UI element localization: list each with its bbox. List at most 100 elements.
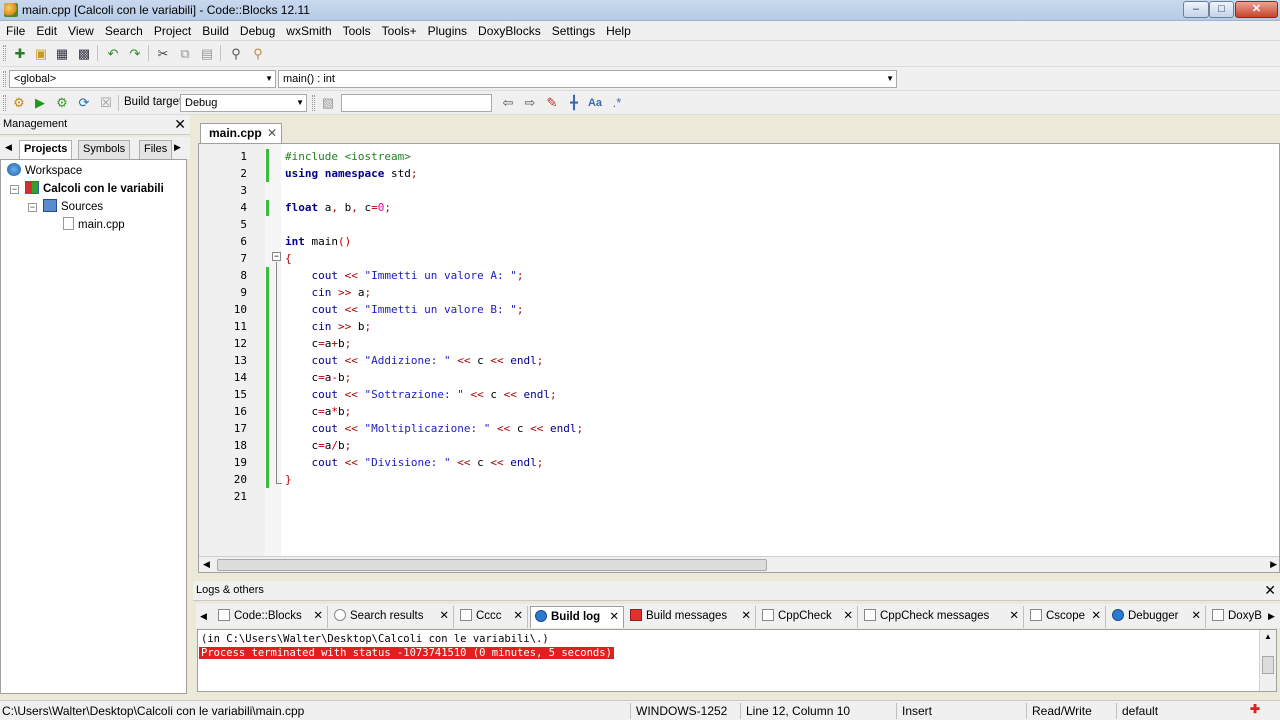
close-icon[interactable]: ✕ <box>439 606 449 626</box>
search-icon <box>334 609 346 621</box>
search-toolbar-input[interactable] <box>341 94 492 112</box>
menu-tools[interactable]: Tools <box>337 21 376 41</box>
menu-doxyblocks[interactable]: DoxyBlocks <box>472 21 546 41</box>
abort-icon[interactable]: ☒ <box>96 93 116 113</box>
close-icon[interactable]: ✕ <box>1009 606 1019 626</box>
replace-icon[interactable]: ⚲ <box>248 44 268 64</box>
close-icon[interactable]: ✕ <box>174 116 186 133</box>
tab-cppcheck-messages[interactable]: CppCheck messages ✕ <box>860 606 1024 628</box>
logs-header: Logs & others ✕ <box>193 581 1280 601</box>
maximize-button[interactable]: □ <box>1209 1 1234 18</box>
tab-scroll-left-icon[interactable]: ◀ <box>5 142 12 153</box>
debug-icon[interactable]: ▧ <box>318 93 338 113</box>
horizontal-scrollbar[interactable]: ◀ ▶ <box>199 556 1279 572</box>
toolbar-grip[interactable] <box>3 71 6 87</box>
tab-files[interactable]: Files <box>139 140 173 159</box>
close-icon[interactable]: ✕ <box>1264 582 1276 599</box>
scroll-right-icon[interactable]: ▶ <box>1270 559 1277 570</box>
fold-toggle-icon[interactable]: − <box>272 252 281 261</box>
build-gear-icon[interactable]: ⚙ <box>9 93 29 113</box>
build-log-output[interactable]: (in C:\Users\Walter\Desktop\Calcoli con … <box>197 629 1277 692</box>
scroll-up-icon[interactable]: ▲ <box>1264 632 1272 641</box>
save-all-icon[interactable]: ▩ <box>74 44 94 64</box>
menu-search[interactable]: Search <box>99 21 148 41</box>
close-icon[interactable]: ✕ <box>313 606 323 626</box>
new-file-icon[interactable]: ✚ <box>10 44 30 64</box>
close-icon[interactable]: ✕ <box>741 606 751 626</box>
codeblocks-app-icon <box>4 3 18 17</box>
paste-icon[interactable]: ▤ <box>197 44 217 64</box>
tab-debugger[interactable]: Debugger ✕ <box>1108 606 1206 628</box>
font-case-icon[interactable]: Aa <box>585 93 605 113</box>
build-and-run-icon[interactable]: ⚙ <box>52 93 72 113</box>
highlight-icon[interactable]: ✎ <box>542 93 562 113</box>
tab-scroll-right-icon[interactable]: ▶ <box>174 142 181 153</box>
tab-scroll-right-icon[interactable]: ▶ <box>1268 611 1275 622</box>
tab-symbols[interactable]: Symbols <box>78 140 131 159</box>
run-icon[interactable]: ▶ <box>30 93 50 113</box>
menu-wxsmith[interactable]: wxSmith <box>280 21 336 41</box>
tab-search-results[interactable]: Search results ✕ <box>330 606 454 628</box>
tree-item-project[interactable]: Calcoli con le variabili <box>25 181 164 195</box>
menu-build[interactable]: Build <box>196 21 234 41</box>
tab-cccc[interactable]: Cccc ✕ <box>456 606 528 628</box>
arrow-right-icon[interactable]: ⇨ <box>520 93 540 113</box>
tree-item-main-cpp[interactable]: main.cpp <box>63 217 125 231</box>
menu-settings[interactable]: Settings <box>546 21 600 41</box>
editor-tab-main-cpp[interactable]: main.cpp ✕ <box>200 123 282 143</box>
tab-cscope[interactable]: Cscope ✕ <box>1026 606 1106 628</box>
tab-codeblocks-log[interactable]: Code::Blocks ✕ <box>214 606 328 628</box>
menu-debug[interactable]: Debug <box>234 21 280 41</box>
regex-icon[interactable]: .* <box>607 93 627 113</box>
find-icon[interactable]: ⚲ <box>226 44 246 64</box>
tab-cppcheck[interactable]: CppCheck ✕ <box>758 606 858 628</box>
scrollbar-thumb[interactable] <box>217 559 767 571</box>
close-window-button[interactable]: ✕ <box>1235 1 1278 18</box>
menu-tools-plus[interactable]: Tools+ <box>376 21 422 41</box>
scrollbar-thumb[interactable] <box>1262 656 1274 674</box>
toolbar-grip[interactable] <box>3 45 6 61</box>
scope-combo[interactable]: <global> ▼ <box>9 70 276 88</box>
line-number: 2 <box>240 167 247 180</box>
rebuild-icon[interactable]: ⟳ <box>74 93 94 113</box>
menu-help[interactable]: Help <box>600 21 636 41</box>
cut-icon[interactable]: ✂ <box>153 44 173 64</box>
menu-project[interactable]: Project <box>148 21 196 41</box>
toolbar-grip[interactable] <box>3 95 6 111</box>
select-icon[interactable]: ╋ <box>564 93 584 113</box>
tab-build-messages[interactable]: Build messages ✕ <box>626 606 756 628</box>
close-icon[interactable]: ✕ <box>1091 606 1101 626</box>
status-profile: default <box>1122 704 1159 718</box>
close-icon[interactable]: ✕ <box>513 606 523 626</box>
menu-file[interactable]: File <box>0 21 30 41</box>
collapse-icon[interactable]: − <box>10 185 19 194</box>
toolbar-grip[interactable] <box>312 95 315 111</box>
undo-icon[interactable]: ↶ <box>103 44 123 64</box>
close-icon[interactable]: ✕ <box>843 606 853 626</box>
code-editor[interactable]: − 1 2 3 4 5 6 7 8 9 10 11 12 13 14 15 16 17 18 19 20 21 #inc… <box>198 143 1280 573</box>
vertical-scrollbar[interactable]: ▲ <box>1259 630 1276 691</box>
tab-doxyblocks[interactable]: DoxyB <box>1208 606 1266 628</box>
save-icon[interactable]: ▦ <box>52 44 72 64</box>
menu-edit[interactable]: Edit <box>30 21 62 41</box>
redo-icon[interactable]: ↷ <box>125 44 145 64</box>
build-target-combo[interactable]: Debug ▼ <box>180 94 307 112</box>
tab-build-log[interactable]: Build log ✕ <box>530 606 624 628</box>
close-icon[interactable]: ✕ <box>1191 606 1201 626</box>
minimize-button[interactable]: – <box>1183 1 1209 18</box>
close-icon[interactable]: ✕ <box>609 607 619 627</box>
function-combo[interactable]: main() : int ▼ <box>278 70 897 88</box>
collapse-icon[interactable]: − <box>28 203 37 212</box>
close-icon[interactable]: ✕ <box>267 124 277 142</box>
menu-view[interactable]: View <box>62 21 99 41</box>
scroll-left-icon[interactable]: ◀ <box>203 559 210 570</box>
arrow-left-icon[interactable]: ⇦ <box>498 93 518 113</box>
menu-plugins[interactable]: Plugins <box>422 21 472 41</box>
tab-scroll-left-icon[interactable]: ◀ <box>200 611 207 622</box>
copy-icon[interactable]: ⧉ <box>175 44 195 64</box>
tab-projects[interactable]: Projects <box>19 140 73 159</box>
tree-item-sources[interactable]: Sources <box>43 199 103 213</box>
tree-item-workspace[interactable]: Workspace <box>7 163 82 177</box>
open-folder-icon[interactable]: ▣ <box>31 44 51 64</box>
line-number: 20 <box>233 473 247 486</box>
